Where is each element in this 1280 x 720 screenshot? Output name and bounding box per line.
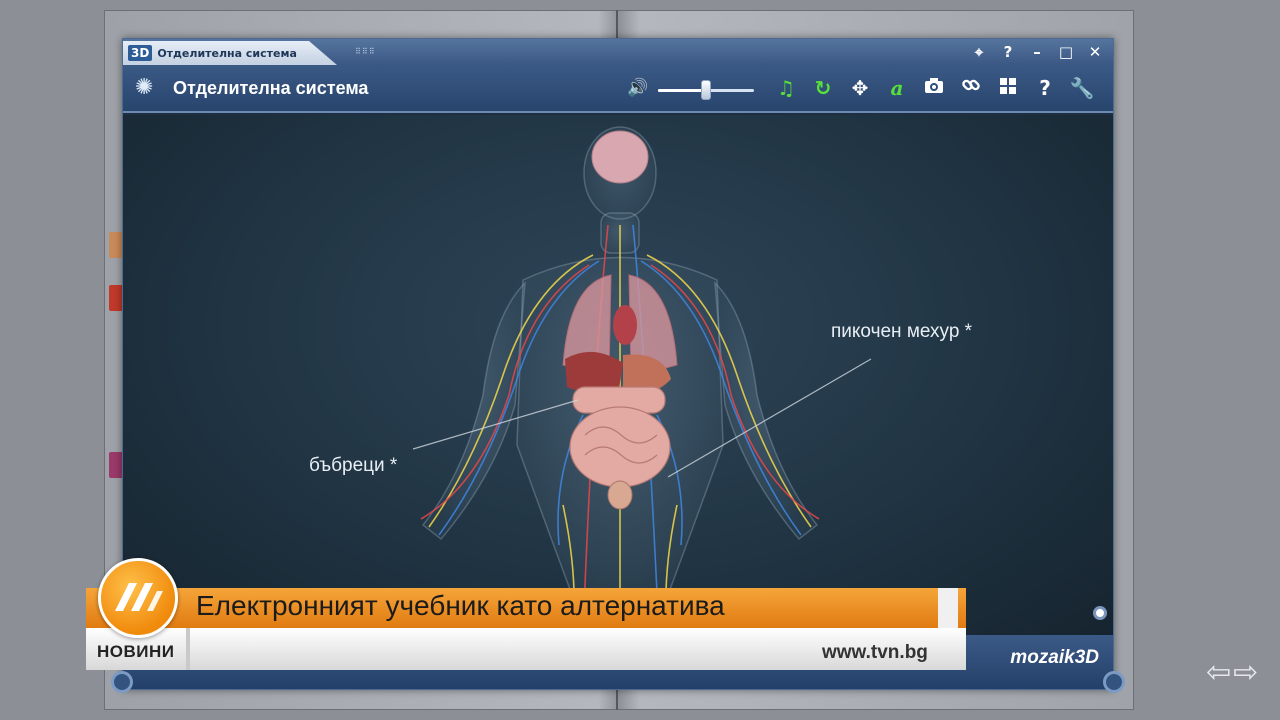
title-bar: 3D Отделителна система ⠿⠿⠿ ⌖ ? – □ ✕ [123, 39, 1113, 65]
ticker-headline: Електронният учебник като алтернатива [196, 590, 725, 621]
ticker-edge [938, 588, 958, 628]
intestines [569, 386, 671, 488]
window-controls: ⌖ ? – □ ✕ [969, 42, 1105, 62]
channel-label: НОВИНИ [97, 642, 175, 661]
side-tab-2[interactable] [109, 285, 123, 311]
side-tab-1[interactable] [109, 232, 123, 258]
label-kidneys[interactable]: бъбреци * [309, 455, 397, 477]
anatomy-3d-viewport[interactable]: пикочен мехур * бъбреци * [123, 115, 1113, 635]
grid-icon[interactable] [994, 74, 1022, 102]
loading-spinner-icon: ✺ [135, 75, 154, 100]
volume-icon[interactable]: 🔊 [627, 78, 648, 98]
heart [613, 305, 637, 345]
bladder [607, 480, 633, 510]
tvn-logo [98, 558, 178, 638]
viewport-indicator-dot[interactable] [1093, 606, 1107, 620]
volume-slider-fill [658, 89, 706, 92]
maximize-button[interactable]: □ [1056, 42, 1076, 62]
brain [591, 130, 649, 184]
mozaik3d-logo: mozaik3D [1010, 647, 1099, 668]
label-bladder[interactable]: пикочен мехур * [831, 321, 972, 343]
pin-icon[interactable]: ⌖ [969, 42, 989, 62]
app-title: Отделителна система [173, 78, 369, 98]
minimize-button[interactable]: – [1027, 42, 1047, 62]
rotate-icon[interactable]: ↻ [809, 74, 837, 102]
grip-icon[interactable]: ⠿⠿⠿ [355, 47, 376, 56]
font-icon[interactable]: a [883, 74, 911, 102]
camera-icon[interactable] [920, 74, 948, 102]
volume-slider-thumb[interactable] [701, 80, 711, 100]
arrow-right-icon[interactable]: ⇨ [1233, 658, 1258, 688]
window-tab[interactable]: 3D Отделителна система [123, 41, 337, 65]
corner-knob-right[interactable] [1103, 671, 1125, 693]
ticker-separator [186, 628, 190, 670]
help-button[interactable]: ? [998, 42, 1018, 62]
tool-icons: ♫ ↻ ✥ a ? 🔧 [772, 74, 1096, 102]
arrow-left-icon[interactable]: ⇦ [1206, 658, 1231, 688]
page-navigation: ⇦ ⇨ [1206, 658, 1258, 688]
side-tab-3[interactable] [109, 452, 123, 478]
close-button[interactable]: ✕ [1085, 42, 1105, 62]
move-icon[interactable]: ✥ [846, 74, 874, 102]
music-icon[interactable]: ♫ [772, 74, 800, 102]
toolbar: ✺ Отделителна система 🔊 ♫ ↻ ✥ a ? 🔧 [123, 65, 1113, 113]
help-icon[interactable]: ? [1031, 74, 1059, 102]
wrench-icon[interactable]: 🔧 [1068, 74, 1096, 102]
app-logo: 3D [128, 45, 153, 61]
window-title: Отделителна система [157, 46, 297, 60]
channel-url: www.tvn.bg [822, 642, 928, 663]
link-icon[interactable] [957, 74, 985, 102]
human-body-model [412, 126, 872, 635]
corner-knob-left[interactable] [111, 671, 133, 693]
